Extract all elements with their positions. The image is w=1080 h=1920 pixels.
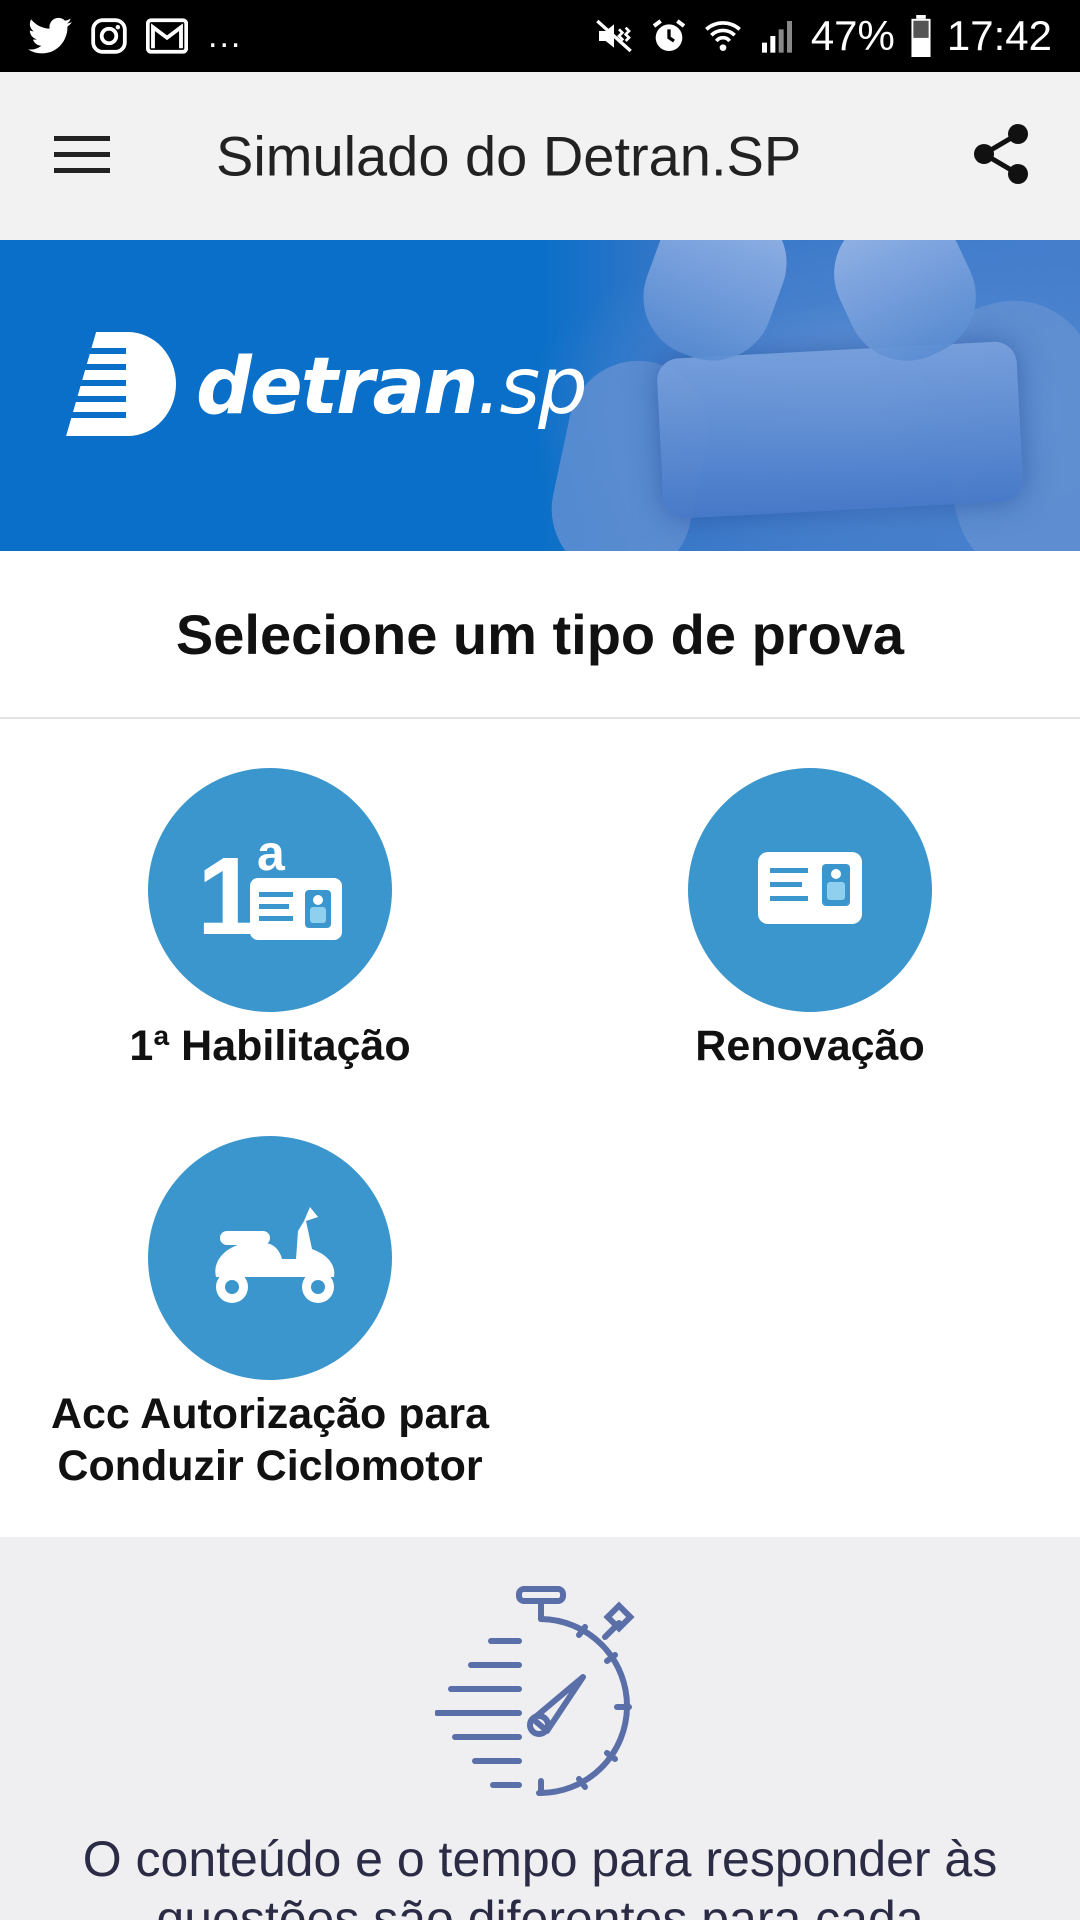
alarm-icon (649, 16, 689, 56)
info-text: O conteúdo e o tempo para responder às q… (82, 1831, 998, 1920)
mute-icon (593, 16, 635, 56)
detran-banner: detran.sp (0, 240, 1080, 551)
more-notifications-indicator: ... (208, 17, 243, 55)
option-label: Renovação (695, 1022, 925, 1070)
detran-logo: detran.sp (66, 332, 588, 441)
page-title: Simulado do Detran.SP (216, 124, 802, 188)
hands-phone-image (538, 240, 1080, 551)
scooter-icon (200, 1201, 340, 1316)
clock: 17:42 (946, 12, 1052, 59)
battery-percent: 47% (810, 12, 895, 59)
info-panel: O conteúdo e o tempo para responder às q… (0, 1537, 1080, 1920)
option-first-license[interactable]: 1 a 1ª Habilitação (0, 768, 540, 1072)
brand-light: .sp (476, 341, 588, 432)
first-license-number: 1 (197, 835, 258, 948)
option-moped[interactable]: Acc Autorização para Conduzir Ciclomotor (0, 1136, 540, 1492)
gmail-icon (146, 18, 188, 54)
twitter-icon (28, 17, 72, 55)
option-circle (688, 768, 932, 1012)
license-card-icon (758, 851, 862, 929)
status-system: 47% 17:42 (593, 15, 1052, 57)
first-license-superscript: a (257, 828, 286, 881)
app-bar: Simulado do Detran.SP (0, 72, 1080, 240)
option-renewal[interactable]: Renovação (540, 768, 1080, 1072)
first-license-icon: 1 a (195, 825, 345, 958)
option-label: 1ª Habilitação (129, 1022, 411, 1070)
signal-icon (757, 16, 797, 56)
option-circle (148, 1136, 392, 1380)
wifi-icon (703, 16, 743, 56)
detran-logo-icon (66, 332, 184, 441)
option-circle: 1 a (148, 768, 392, 1012)
stopwatch-icon (434, 1581, 645, 1806)
battery-icon (909, 15, 933, 57)
share-button[interactable] (964, 118, 1040, 194)
share-icon (972, 122, 1032, 191)
hamburger-menu-icon (54, 134, 110, 179)
menu-button[interactable] (46, 120, 118, 192)
detran-wordmark: detran.sp (196, 341, 588, 432)
status-notifications: ... (28, 17, 242, 55)
option-label: Acc Autorização para Conduzir Ciclomotor (50, 1390, 490, 1490)
instagram-icon (90, 17, 128, 55)
section-title: Selecione um tipo de prova (0, 551, 1080, 719)
brand-bold: detran (196, 341, 479, 432)
status-bar: ... 47% 17:42 (0, 0, 1080, 72)
